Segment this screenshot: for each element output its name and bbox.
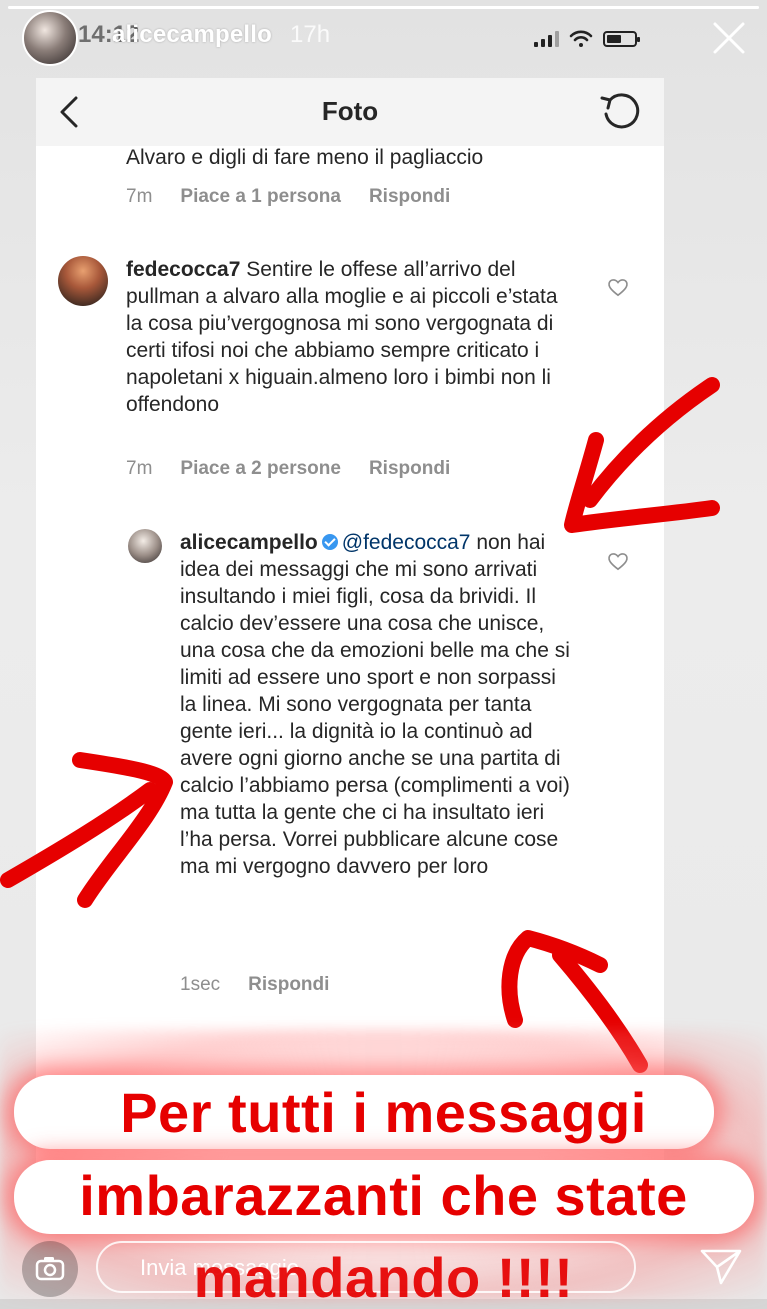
caption-line-1: Per tutti i messaggi [120, 1081, 647, 1144]
close-icon[interactable] [711, 20, 747, 56]
signal-icon [534, 31, 559, 47]
status-icons [534, 30, 640, 48]
wifi-icon [569, 30, 593, 47]
caption-line-3: mandando !!!! [193, 1246, 574, 1309]
arrow-top-right-head [564, 432, 720, 533]
caption-line-2: imbarazzanti che state [79, 1164, 688, 1227]
story-header: 14:12 alicecampello 17h [0, 8, 767, 66]
battery-icon [603, 31, 640, 47]
arrow-top-right [582, 377, 720, 508]
story-time-ago: 17h [290, 21, 331, 48]
avatar[interactable] [22, 10, 78, 66]
story-username[interactable]: alicecampello [112, 21, 272, 49]
